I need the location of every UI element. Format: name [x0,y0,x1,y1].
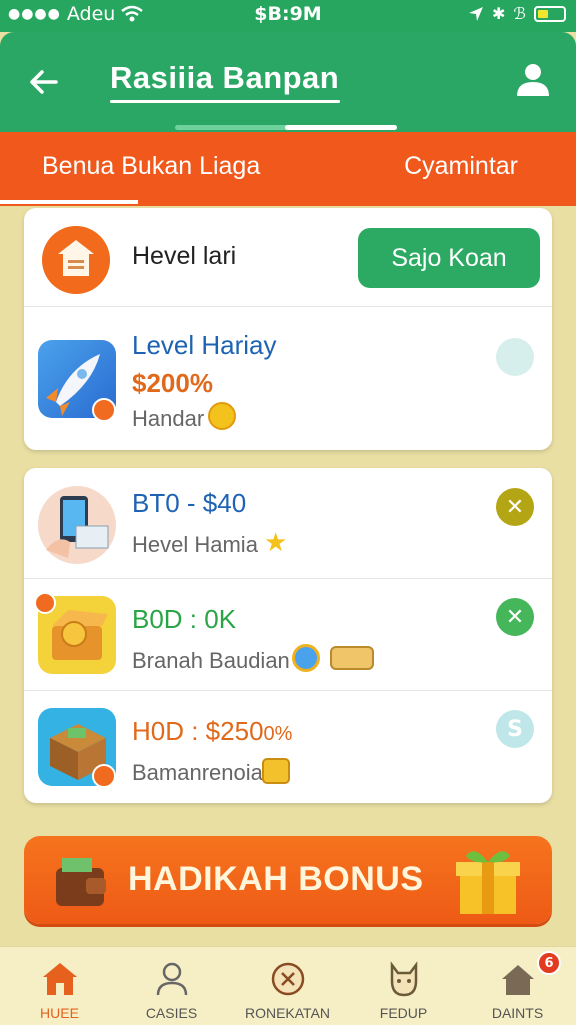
page-title: Rasiiia Banpan [110,60,340,95]
tab-benua-bukan-liaga[interactable]: Benua Bukan Liaga [42,152,260,181]
house-icon [502,965,534,995]
list-item-title-text: H0D : $250 [132,716,264,746]
bonus-label: HADIKAH BONUS [128,860,424,898]
coin-box-icon [34,592,116,674]
close-icon[interactable]: ✕ [496,598,534,636]
nav-label: CASIES [145,1005,198,1021]
list-item-subtitle: Bamanrenoia [132,760,263,785]
treasure-box-icon [38,708,116,788]
coin-stack-icon [330,646,374,670]
item-subtitle: Handar [132,406,205,431]
person-icon [156,962,188,996]
globe-icon [292,644,320,672]
back-button[interactable] [22,60,66,104]
tab-cyamintar[interactable]: Cyamintar [404,152,518,181]
coin-icon [208,402,236,430]
dog-icon [390,961,418,997]
nfc-icon: ℬ [513,4,526,23]
divider [24,578,552,579]
battery-icon [534,5,566,22]
nav-label: DAINTS [491,1005,544,1021]
status-indicator[interactable] [496,338,534,376]
bluetooth-icon: ✱ [492,4,506,23]
list-item-title: B0D : 0K [132,604,237,634]
app-bar: Rasiiia Banpan [0,32,576,132]
coin-jar-icon [262,758,290,784]
compass-icon [271,962,305,996]
status-bar: ●●●● Adeu $B:9M ✱ ℬ [0,0,576,32]
gift-icon [456,851,520,914]
action-button[interactable]: Sajo Koan [358,228,540,288]
active-tab-indicator [0,200,138,204]
location-icon [469,6,484,21]
coin-badge-icon [92,764,116,788]
nav-label: FEDUP [379,1005,428,1021]
list-item-subtitle: Branah Baudian [132,648,290,673]
bonus-banner[interactable]: HADIKAH BONUS [24,836,552,924]
coin-badge-icon [92,398,116,422]
level-card: Hevel lari Sajo Koan Level Hariay $200% … [24,208,552,450]
star-icon: ★ [264,528,288,558]
tab-bar: Benua Bukan Liaga Cyamintar [0,132,576,206]
wallet-icon [56,858,106,906]
close-icon[interactable]: ✕ [496,488,534,526]
home-icon [43,963,77,995]
divider [24,306,552,307]
list-item-title: H0D : $2500% [132,716,292,747]
bottom-nav: HUEE CASIES RONEKATAN FEDUP 6 DAINTS [0,946,576,1025]
list-item-title-suffix: 0% [263,723,293,745]
notification-badge: 6 [537,951,561,975]
level-label: Hevel lari [132,242,237,270]
nav-label: RONEKATAN [244,1005,331,1021]
item-value: $200% [132,368,213,398]
rocket-icon [38,340,116,422]
list-item-subtitle: Hevel Hamia [132,532,258,557]
badge-icon [34,592,56,614]
list-card: BT0 - $40 Hevel Hamia ★ ✕ B0D : 0K Brana… [24,468,552,803]
divider [24,690,552,691]
phone-payment-icon [38,486,116,564]
profile-button[interactable] [512,58,554,100]
status-right: ✱ ℬ [468,4,566,23]
list-item-title: BT0 - $40 [132,488,247,518]
home-badge-icon [42,226,110,294]
nav-label: HUEE [40,1005,79,1021]
title-underline [110,100,340,103]
s-icon[interactable]: S [496,710,534,748]
page-indicator [175,125,397,130]
item-title: Level Hariay [132,330,277,360]
